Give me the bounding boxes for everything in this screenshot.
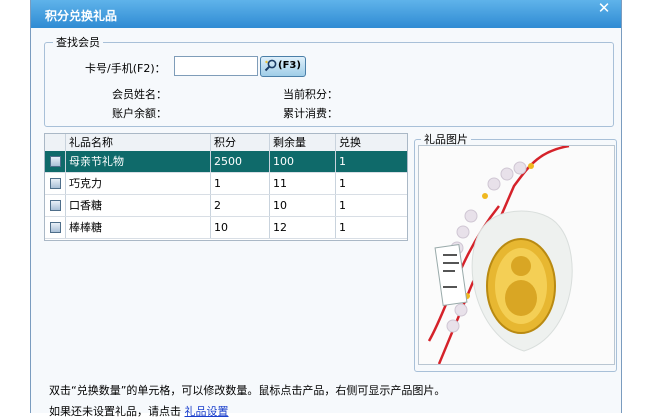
header-gift-name[interactable]: 礼品名称: [66, 134, 211, 151]
setup-hint-text: 如果还未设置礼品，请点击: [49, 405, 181, 418]
gift-name-cell[interactable]: 巧克力: [66, 173, 211, 194]
card-phone-input[interactable]: [174, 56, 258, 76]
table-row[interactable]: 口香糖 2 10 1: [45, 195, 407, 217]
checkbox[interactable]: [50, 200, 61, 211]
remaining-cell[interactable]: 11: [270, 173, 336, 194]
current-points-label: 当前积分：: [283, 88, 338, 101]
gift-setup-link[interactable]: 礼品设置: [185, 405, 229, 418]
close-icon[interactable]: ✕: [593, 0, 615, 18]
header-remaining[interactable]: 剩余量: [270, 134, 336, 151]
gift-name-cell[interactable]: 棒棒糖: [66, 217, 211, 238]
gift-name-cell[interactable]: 口香糖: [66, 195, 211, 216]
checkbox[interactable]: [50, 156, 61, 167]
card-label: 卡号/手机(F2)：: [85, 62, 166, 75]
remaining-cell[interactable]: 12: [270, 217, 336, 238]
member-search-legend: 查找会员: [53, 34, 103, 50]
row-check-cell: [45, 195, 66, 216]
header-exchange[interactable]: 兑换: [336, 134, 407, 151]
table-row[interactable]: 母亲节礼物 2500 100 1: [45, 151, 407, 173]
row-check-cell: [45, 151, 66, 172]
table-header: 礼品名称 积分 剩余量 兑换: [45, 134, 407, 152]
account-balance-label: 账户余额：: [112, 107, 167, 120]
checkbox[interactable]: [50, 178, 61, 189]
remaining-cell[interactable]: 10: [270, 195, 336, 216]
gift-table[interactable]: 礼品名称 积分 剩余量 兑换 母亲节礼物 2500 100 1 巧克力 1 11…: [44, 133, 408, 241]
usage-hint: 双击“兑换数量”的单元格，可以修改数量。鼠标点击产品，右侧可显示产品图片。: [49, 384, 446, 397]
table-row[interactable]: 棒棒糖 10 12 1: [45, 217, 407, 239]
row-check-cell: [45, 173, 66, 194]
row-check-cell: [45, 217, 66, 238]
checkbox[interactable]: [50, 222, 61, 233]
points-cell[interactable]: 2500: [211, 151, 270, 172]
header-points[interactable]: 积分: [211, 134, 270, 151]
points-cell[interactable]: 10: [211, 217, 270, 238]
total-spend-label: 累计消费：: [283, 107, 338, 120]
points-cell[interactable]: 2: [211, 195, 270, 216]
remaining-cell[interactable]: 100: [270, 151, 336, 172]
header-check-col: [45, 134, 66, 151]
jade-pendant-image: [419, 146, 614, 364]
gift-photo: [418, 145, 615, 365]
exchange-qty-cell[interactable]: 1: [336, 151, 407, 172]
search-button-label: (F3): [278, 60, 301, 71]
table-row[interactable]: 巧克力 1 11 1: [45, 173, 407, 195]
member-search-group: 查找会员 卡号/手机(F2)： (F3) 会员姓名： 当前积分： 账户余额： 累…: [44, 34, 614, 127]
member-name-label: 会员姓名：: [112, 88, 167, 101]
title-bar[interactable]: 积分兑换礼品 ✕: [31, 0, 621, 28]
exchange-qty-cell[interactable]: 1: [336, 173, 407, 194]
points-cell[interactable]: 1: [211, 173, 270, 194]
gift-exchange-window: 积分兑换礼品 ✕ 查找会员 卡号/手机(F2)： (F3) 会员姓名： 当前积分…: [30, 0, 622, 418]
exchange-qty-cell[interactable]: 1: [336, 195, 407, 216]
gift-image-group: 礼品图片: [414, 131, 617, 372]
search-button[interactable]: (F3): [260, 56, 306, 77]
setup-hint: 如果还未设置礼品，请点击 礼品设置: [49, 403, 229, 419]
window-title: 积分兑换礼品: [45, 9, 118, 23]
exchange-qty-cell[interactable]: 1: [336, 217, 407, 238]
gift-name-cell[interactable]: 母亲节礼物: [66, 151, 211, 172]
magnifier-icon: [264, 59, 277, 72]
